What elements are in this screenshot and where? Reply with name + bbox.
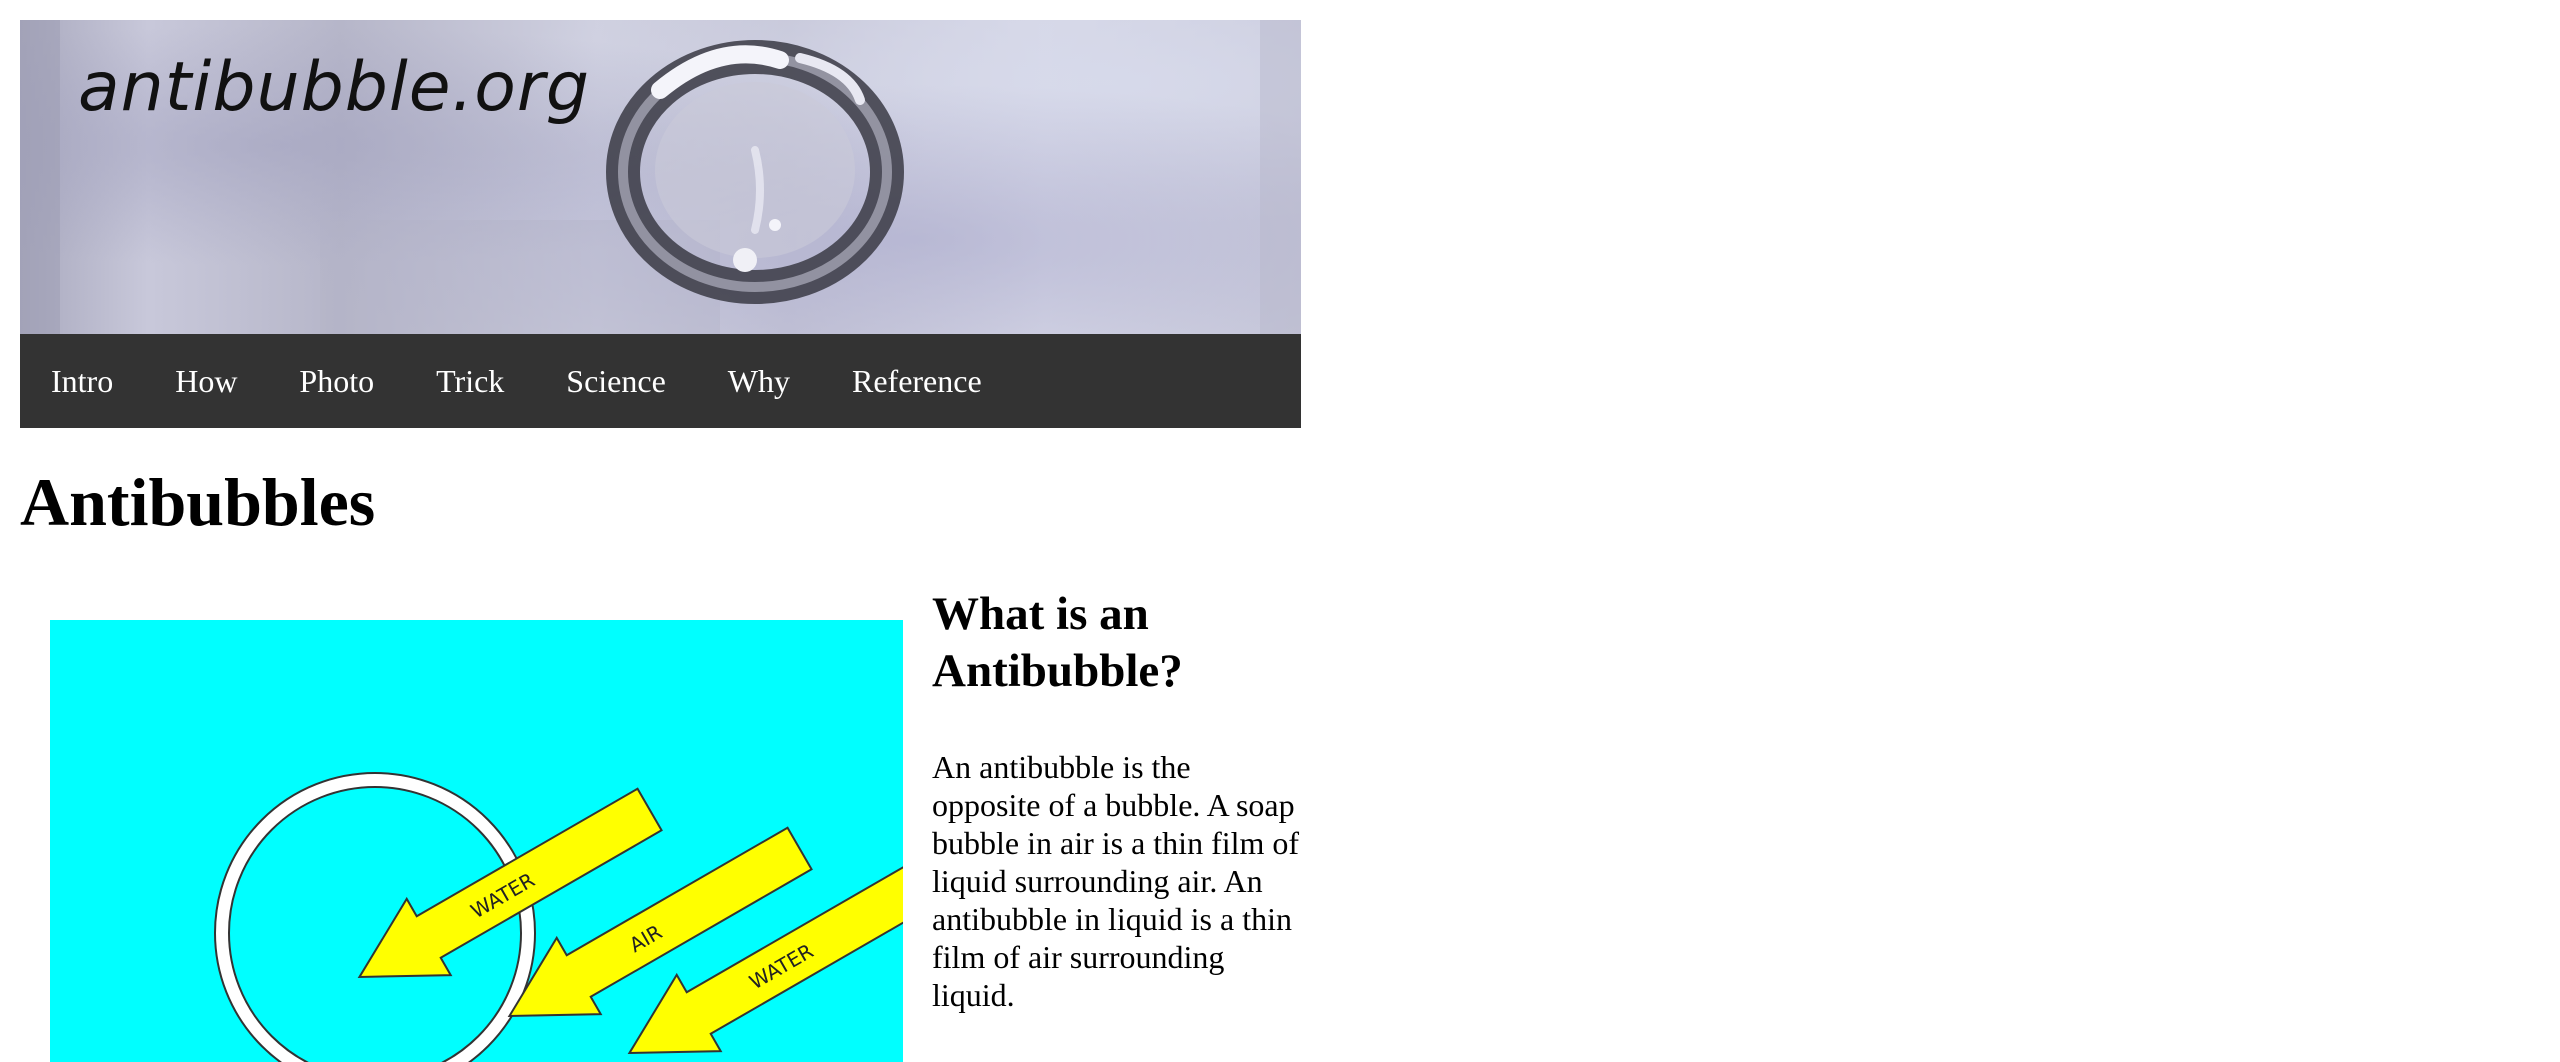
antibubble-diagram-svg: WATER AIR WATER xyxy=(214,772,903,1062)
page-title: Antibubbles xyxy=(20,464,376,540)
nav-item-science[interactable]: Science xyxy=(535,334,697,428)
nav-item-why[interactable]: Why xyxy=(697,334,821,428)
header-banner-image: antibubble.org xyxy=(20,20,1301,334)
intro-paragraph: An antibubble is the opposite of a bubbl… xyxy=(932,749,1300,1013)
site-logo-text: antibubble.org xyxy=(78,48,590,127)
nav-item-trick[interactable]: Trick xyxy=(405,334,535,428)
main-nav: Intro How Photo Trick Science Why Refere… xyxy=(20,334,1301,428)
section-heading: What is an Antibubble? xyxy=(932,588,1183,697)
page: antibubble.org Intro How Photo Trick Sci… xyxy=(0,0,2560,1062)
antibubble-ring xyxy=(606,40,904,304)
antibubble-diagram: WATER AIR WATER xyxy=(50,620,903,1062)
nav-item-how[interactable]: How xyxy=(144,334,268,428)
intro-section: What is an Antibubble? An antibubble is … xyxy=(932,586,1304,1014)
nav-item-photo[interactable]: Photo xyxy=(268,334,405,428)
nav-item-intro[interactable]: Intro xyxy=(20,334,144,428)
nav-item-reference[interactable]: Reference xyxy=(821,334,1013,428)
